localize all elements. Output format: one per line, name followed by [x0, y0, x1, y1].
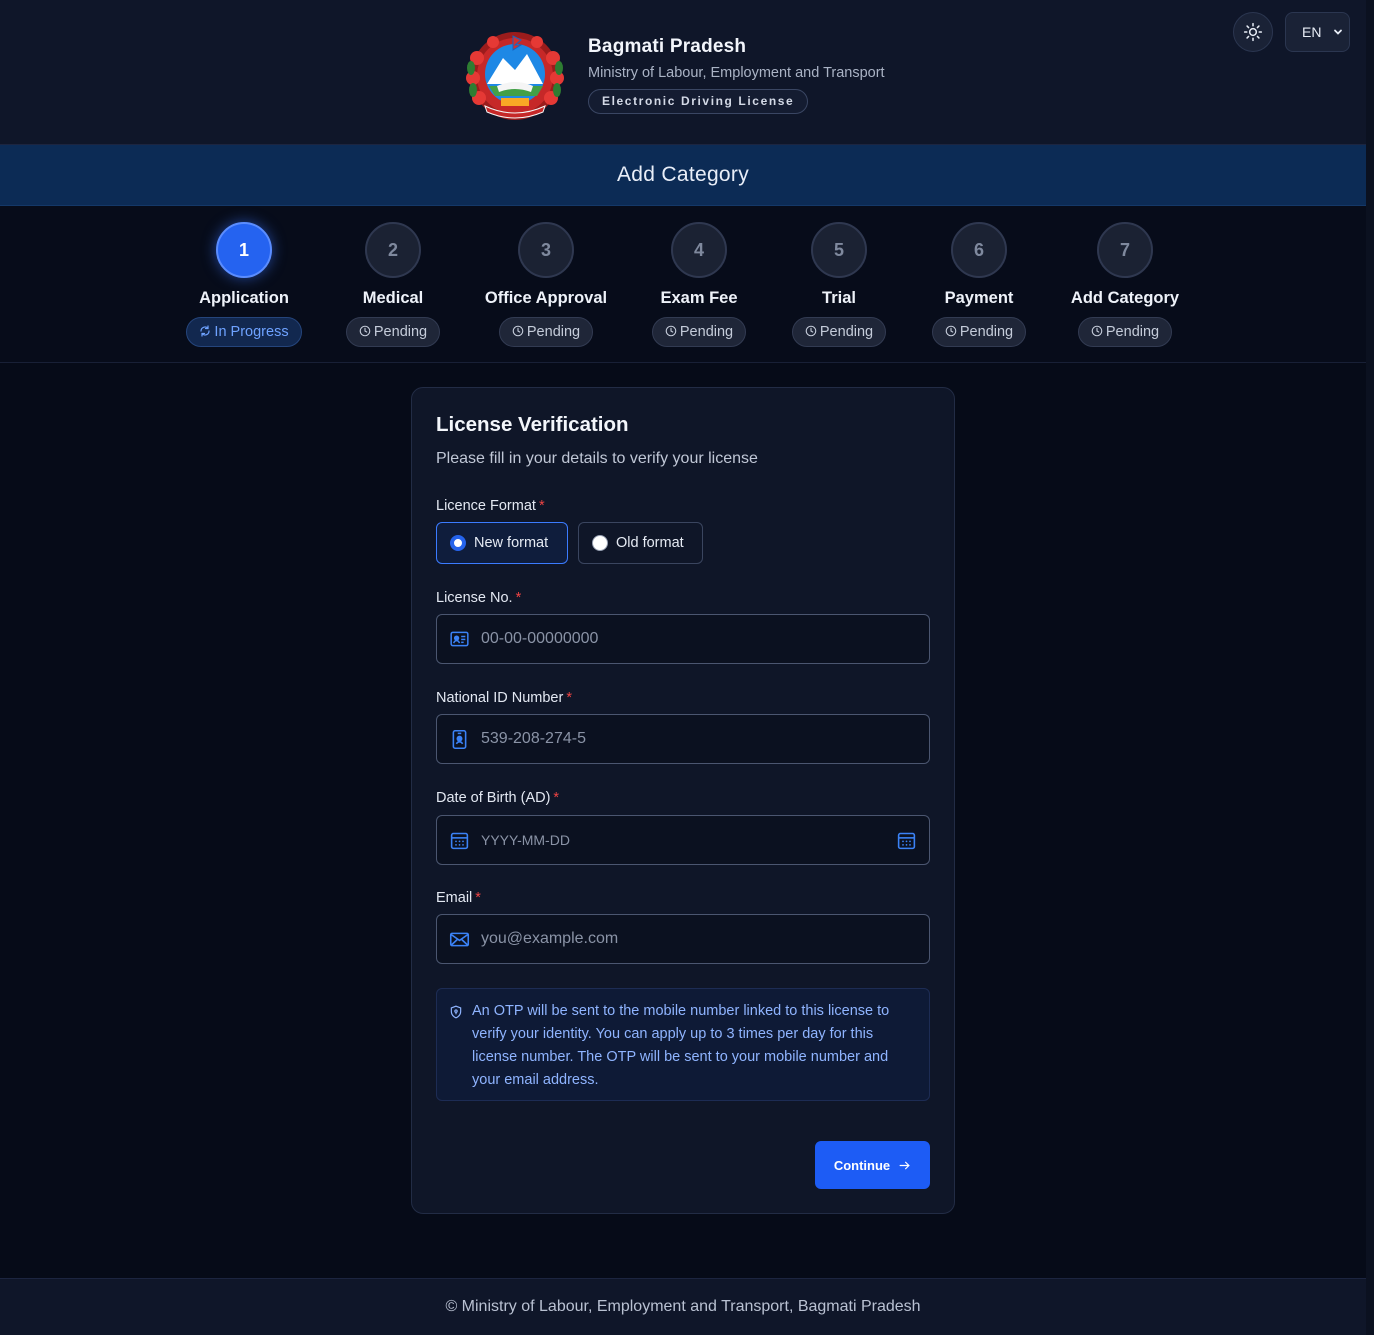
step-medical[interactable]: 2 Medical Pending [313, 222, 473, 347]
language-value: EN [1302, 24, 1322, 40]
radio-label: Old format [616, 535, 684, 551]
new-format-radio[interactable]: New format [436, 522, 568, 564]
email-field[interactable] [436, 914, 930, 964]
brand-subtitle: Ministry of Labour, Employment and Trans… [588, 65, 885, 81]
brand-badge: Electronic Driving License [588, 89, 809, 114]
progress-stepper: 1 Application In Progress 2 Medical Pend… [0, 206, 1366, 363]
continue-button[interactable]: Continue [815, 1141, 930, 1189]
step-exam-fee[interactable]: 4 Exam Fee Pending [619, 222, 779, 347]
national-id-label: National ID Number * [436, 690, 572, 706]
refresh-icon [200, 325, 211, 337]
email-input[interactable] [481, 915, 911, 963]
step-number: 3 [518, 222, 574, 278]
step-label: Payment [944, 289, 1014, 307]
card-subtitle: Please fill in your details to verify yo… [436, 450, 758, 467]
step-office-approval[interactable]: 3 Office Approval Pending [466, 222, 626, 347]
step-status-badge: In Progress [186, 317, 302, 347]
required-marker: * [538, 498, 545, 514]
language-select[interactable]: EN [1285, 12, 1350, 52]
step-label: Exam Fee [660, 289, 738, 307]
step-number: 7 [1097, 222, 1153, 278]
step-number: 4 [671, 222, 727, 278]
continue-label: Continue [833, 1157, 891, 1173]
clock-icon [805, 325, 817, 337]
page-title: Add Category [616, 163, 749, 186]
email-label: Email * [436, 890, 481, 906]
step-number: 6 [951, 222, 1007, 278]
step-number: 1 [216, 222, 272, 278]
step-status-badge: Pending [1077, 317, 1173, 347]
step-application[interactable]: 1 Application In Progress [164, 222, 324, 347]
step-status-badge: Pending [498, 317, 594, 347]
step-number: 5 [811, 222, 867, 278]
required-marker: * [515, 590, 522, 606]
step-label: Office Approval [484, 289, 608, 307]
theme-toggle-button[interactable] [1233, 12, 1273, 52]
dob-label: Date of Birth (AD) * [436, 790, 560, 806]
license-no-input[interactable] [481, 615, 911, 663]
otp-info-note: An OTP will be sent to the mobile number… [436, 988, 930, 1101]
license-no-field[interactable] [436, 614, 930, 664]
shield-icon [450, 1005, 462, 1019]
clock-icon [512, 325, 524, 337]
brand-block: Bagmati Pradesh Ministry of Labour, Empl… [588, 36, 885, 114]
step-label: Application [199, 289, 289, 307]
card-title: License Verification [436, 413, 629, 436]
id-card-icon [450, 631, 469, 647]
site-footer: © Ministry of Labour, Employment and Tra… [0, 1278, 1366, 1335]
step-label: Trial [822, 289, 856, 307]
nepal-emblem-icon [466, 32, 564, 120]
clock-icon [665, 325, 677, 337]
radio-checked-icon [450, 535, 466, 551]
step-add-category[interactable]: 7 Add Category Pending [1045, 222, 1205, 347]
clock-icon [1091, 325, 1103, 337]
page-title-bar: Add Category [0, 145, 1366, 206]
step-status-badge: Pending [791, 317, 887, 347]
step-trial[interactable]: 5 Trial Pending [759, 222, 919, 347]
footer-text: © Ministry of Labour, Employment and Tra… [445, 1298, 921, 1315]
calendar-icon [450, 832, 469, 850]
step-status-badge: Pending [345, 317, 441, 347]
dob-input[interactable] [481, 816, 911, 864]
required-marker: * [553, 790, 560, 806]
step-status-badge: Pending [651, 317, 747, 347]
required-marker: * [566, 690, 572, 706]
step-label: Add Category [1070, 289, 1180, 307]
national-id-input[interactable] [481, 715, 911, 763]
step-number: 2 [365, 222, 421, 278]
licence-format-label: Licence Format * [436, 498, 545, 514]
radio-unchecked-icon [592, 535, 608, 551]
chevron-down-icon [1334, 29, 1343, 35]
dob-field[interactable] [436, 815, 930, 865]
brand-title: Bagmati Pradesh [588, 36, 747, 57]
arrow-right-icon [899, 1161, 910, 1169]
scrollbar[interactable] [1366, 0, 1374, 1335]
clock-icon [945, 325, 957, 337]
mail-icon [449, 932, 470, 947]
license-no-label: License No. * [436, 590, 522, 606]
id-badge-icon [452, 729, 467, 750]
radio-label: New format [474, 535, 549, 551]
step-payment[interactable]: 6 Payment Pending [899, 222, 1059, 347]
old-format-radio[interactable]: Old format [578, 522, 703, 564]
calendar-picker-icon[interactable] [896, 830, 917, 851]
clock-icon [359, 325, 371, 337]
license-verification-card: License Verification Please fill in your… [411, 387, 955, 1214]
national-id-field[interactable] [436, 714, 930, 764]
page: Bagmati Pradesh Ministry of Labour, Empl… [0, 0, 1366, 1335]
step-label: Medical [362, 289, 424, 307]
required-marker: * [475, 890, 481, 906]
otp-note-text: An OTP will be sent to the mobile number… [472, 1003, 890, 1088]
site-header: Bagmati Pradesh Ministry of Labour, Empl… [0, 0, 1366, 145]
sun-icon [1243, 22, 1263, 42]
step-status-badge: Pending [931, 317, 1027, 347]
